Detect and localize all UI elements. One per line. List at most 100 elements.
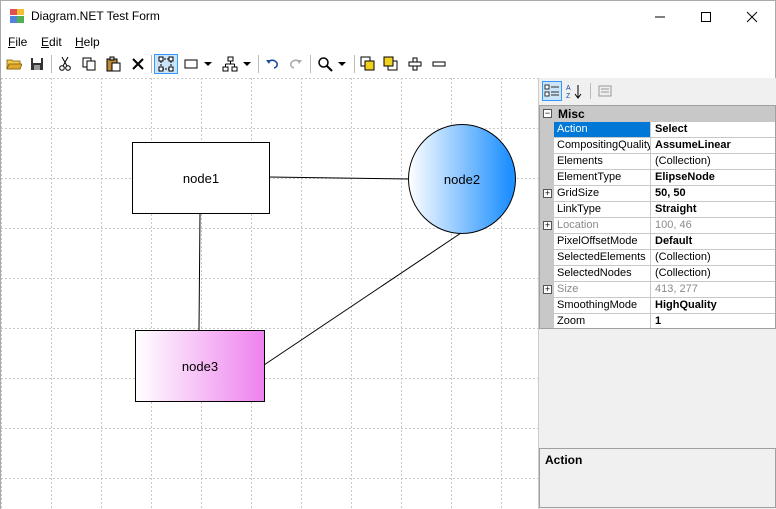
redo-button[interactable] — [286, 54, 306, 74]
property-value[interactable]: (Collection) — [652, 266, 775, 281]
title-bar[interactable]: Diagram.NET Test Form — [1, 1, 775, 32]
rectangle-tool-dropdown[interactable] — [181, 54, 215, 74]
maximize-button[interactable] — [683, 1, 729, 32]
expand-icon[interactable]: + — [543, 189, 552, 198]
property-row[interactable]: ElementType ElipseNode — [554, 170, 775, 186]
property-row[interactable]: PixelOffsetMode Default — [554, 234, 775, 250]
category-header[interactable]: − Misc — [540, 106, 775, 122]
undo-button[interactable] — [262, 54, 282, 74]
expand-icon[interactable]: + — [543, 285, 552, 294]
redo-icon — [290, 59, 302, 69]
alphabetical-button[interactable]: AZ — [564, 81, 584, 101]
select-tool-icon — [158, 56, 174, 72]
property-name: SmoothingMode — [554, 298, 651, 313]
close-button[interactable] — [729, 1, 775, 32]
property-value[interactable]: (Collection) — [652, 154, 775, 169]
maximize-icon — [701, 11, 711, 22]
property-value[interactable]: 413, 277 — [652, 282, 775, 297]
link-node1-node2[interactable] — [268, 176, 410, 180]
property-value[interactable]: ElipseNode — [652, 170, 775, 185]
close-icon — [746, 11, 758, 22]
property-name: Zoom — [554, 314, 651, 328]
main-window: Diagram.NET Test Form File Edit Help nod… — [0, 0, 776, 509]
property-value[interactable]: 1 — [652, 314, 775, 328]
menu-help[interactable]: Help — [75, 35, 100, 49]
node-rectangle[interactable]: node3 — [135, 330, 265, 402]
collapse-icon[interactable]: − — [543, 109, 552, 118]
app-icon — [10, 9, 24, 23]
property-row[interactable]: Action Select — [554, 122, 775, 138]
connector-tool-dropdown[interactable] — [220, 54, 254, 74]
property-name: LinkType — [554, 202, 651, 217]
svg-text:Z: Z — [566, 93, 571, 99]
send-to-back-button[interactable] — [381, 54, 401, 74]
save-button[interactable] — [27, 54, 47, 74]
minimize-icon — [655, 16, 665, 17]
property-row[interactable]: SmoothingMode HighQuality — [554, 298, 775, 314]
zoom-dropdown[interactable] — [314, 54, 350, 74]
property-row[interactable]: SelectedNodes (Collection) — [554, 266, 775, 282]
toolbar-separator — [51, 55, 52, 73]
remove-icon — [432, 61, 446, 67]
categorized-icon — [544, 84, 559, 97]
minimize-button[interactable] — [637, 1, 683, 32]
node-label: node1 — [182, 170, 220, 186]
property-name: ElementType — [554, 170, 651, 185]
property-value[interactable]: Straight — [652, 202, 775, 217]
link-node1-node3[interactable] — [198, 212, 201, 331]
property-value[interactable]: 50, 50 — [652, 186, 775, 201]
property-row[interactable]: GridSize 50, 50 — [554, 186, 775, 202]
paste-icon — [106, 56, 121, 72]
property-name: CompositingQuality — [554, 138, 651, 153]
property-name: Elements — [554, 154, 651, 169]
toolbar-separator — [354, 55, 355, 73]
property-grid-panel: AZ − Misc Action Select CompositingQuality… — [538, 78, 776, 509]
property-row[interactable]: LinkType Straight — [554, 202, 775, 218]
remove-button[interactable] — [429, 54, 449, 74]
dropdown-arrow-icon — [243, 62, 251, 66]
delete-icon — [132, 58, 144, 70]
alphabetical-sort-icon: AZ — [566, 85, 582, 99]
node-rectangle[interactable]: node1 — [132, 142, 270, 214]
select-tool-button[interactable] — [154, 54, 178, 74]
property-grid[interactable]: − Misc Action Select CompositingQuality Ass… — [539, 105, 776, 329]
property-pages-button[interactable] — [595, 81, 615, 101]
send-to-back-icon — [383, 56, 398, 71]
link-node2-node3[interactable] — [263, 232, 462, 366]
property-value[interactable]: 100, 46 — [652, 218, 775, 233]
add-button[interactable] — [405, 54, 425, 74]
property-pages-icon — [598, 85, 612, 97]
property-value[interactable]: AssumeLinear — [652, 138, 775, 153]
save-icon — [31, 58, 43, 70]
paste-button[interactable] — [103, 54, 123, 74]
rectangle-tool-icon — [184, 59, 198, 69]
property-row[interactable]: Elements (Collection) — [554, 154, 775, 170]
property-row[interactable]: SelectedElements (Collection) — [554, 250, 775, 266]
node-ellipse[interactable]: node2 — [408, 124, 516, 234]
categorized-button[interactable] — [542, 81, 562, 101]
diagram-canvas[interactable]: node1 node2 node3 — [1, 78, 538, 509]
cut-button[interactable] — [55, 54, 75, 74]
menu-bar: File Edit Help — [1, 32, 775, 52]
window-title: Diagram.NET Test Form — [31, 9, 160, 23]
delete-button[interactable] — [128, 54, 148, 74]
property-row[interactable]: Location 100, 46 — [554, 218, 775, 234]
bring-to-front-button[interactable] — [358, 54, 378, 74]
property-name: Location — [554, 218, 651, 233]
open-button[interactable] — [4, 54, 24, 74]
property-value[interactable]: HighQuality — [652, 298, 775, 313]
property-row[interactable]: Zoom 1 — [554, 314, 775, 328]
menu-edit[interactable]: Edit — [41, 35, 62, 49]
property-row[interactable]: Size 413, 277 — [554, 282, 775, 298]
expand-icon[interactable]: + — [543, 221, 552, 230]
menu-file[interactable]: File — [8, 35, 27, 49]
property-name: Size — [554, 282, 651, 297]
property-grid-toolbar: AZ — [539, 78, 776, 104]
copy-button[interactable] — [79, 54, 99, 74]
property-name: SelectedElements — [554, 250, 651, 265]
property-value[interactable]: Default — [652, 234, 775, 249]
property-value[interactable]: (Collection) — [652, 250, 775, 265]
category-label: Misc — [558, 107, 585, 121]
property-value[interactable]: Select — [652, 122, 775, 137]
property-row[interactable]: CompositingQuality AssumeLinear — [554, 138, 775, 154]
